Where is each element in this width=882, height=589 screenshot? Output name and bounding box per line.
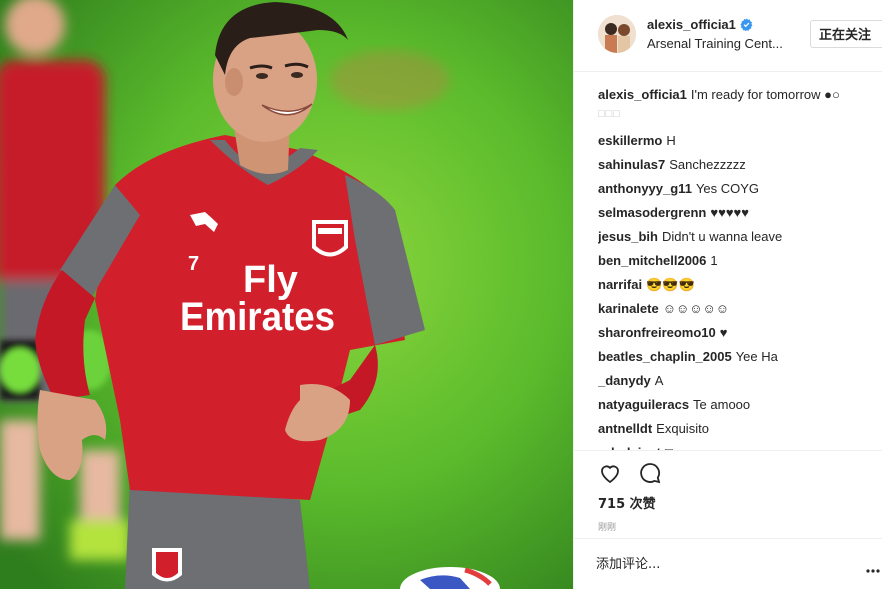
comment-username[interactable]: natyaguileracs: [598, 397, 689, 412]
comment-icon[interactable]: [638, 461, 662, 490]
likes-count[interactable]: 715 次赞: [598, 493, 656, 512]
comment-username[interactable]: antnelldt: [598, 421, 652, 436]
comment-username[interactable]: beatles_chaplin_2005: [598, 349, 732, 364]
comment-username[interactable]: eskillermo: [598, 133, 662, 148]
comment-text: A: [654, 373, 664, 388]
comment-item: eskillermo H: [598, 129, 882, 153]
comment-item: narrifai 😎😎😎: [598, 273, 882, 297]
add-comment-bar: [574, 538, 882, 589]
comment-username[interactable]: ben_mitchell2006: [598, 253, 706, 268]
comments-list[interactable]: alexis_officia1 I'm ready for tomorrow ●○…: [598, 86, 882, 450]
comment-username[interactable]: sahinulas7: [598, 157, 665, 172]
caption-extra: □□□: [598, 108, 621, 120]
comment-text: ☺☺☺☺☺: [662, 301, 730, 316]
comment-text: 😎😎😎: [646, 277, 695, 292]
comment-username[interactable]: anthonyyy_g11: [598, 181, 692, 196]
comment-item: ben_mitchell2006 1: [598, 249, 882, 273]
comment-text: Didn't u wanna leave: [661, 229, 783, 244]
comment-rows: eskillermo Hsahinulas7 Sanchezzzzz anthonyy…: [598, 129, 882, 450]
comment-text: Sanchezzzzz: [669, 157, 746, 172]
comment-text: Te amooo: [693, 397, 751, 412]
comment-item: beatles_chaplin_2005 Yee Ha: [598, 345, 882, 369]
comment-username[interactable]: selmasodergrenn: [598, 205, 706, 220]
heart-icon[interactable]: [598, 461, 622, 490]
comment-text: ♥♥♥♥♥: [710, 205, 749, 220]
comment-username[interactable]: karinalete: [598, 301, 659, 316]
comment-username[interactable]: narrifai: [598, 277, 642, 292]
comment-username[interactable]: jesus_bih: [598, 229, 658, 244]
jersey-number: 7: [188, 253, 199, 275]
post-header: alexis_officia1 Arsenal Training Cent...…: [574, 0, 882, 72]
comment-text: ♥: [719, 325, 728, 340]
comment-username[interactable]: _danydy: [598, 373, 651, 388]
instagram-post-view: 7 Fly Emirates alexis_officia1 Arsenal T…: [0, 0, 882, 589]
post-actions: 715 次赞 刚刚: [574, 450, 882, 533]
caption-username[interactable]: alexis_officia1: [598, 87, 687, 102]
comment-item: karinalete ☺☺☺☺☺: [598, 297, 882, 321]
arsenal-crest: [312, 220, 348, 257]
comment-item: natyaguileracs Te amooo: [598, 393, 882, 417]
post-photo[interactable]: 7 Fly Emirates: [0, 0, 573, 589]
owner-username[interactable]: alexis_officia1: [647, 17, 753, 34]
comment-text: Yes COYG: [695, 181, 760, 196]
add-comment-input[interactable]: [596, 553, 836, 575]
comment-item: jesus_bih Didn't u wanna leave: [598, 225, 882, 249]
comment-text: Exquisito: [656, 421, 709, 436]
comment-item: _danydy A: [598, 369, 882, 393]
post-caption: alexis_officia1 I'm ready for tomorrow ●○…: [598, 86, 882, 123]
comment-username[interactable]: sharonfreireomo10: [598, 325, 716, 340]
comment-text: 1: [710, 253, 718, 268]
comment-text: H: [666, 133, 676, 148]
verified-icon: [740, 18, 753, 34]
post-timestamp: 刚刚: [598, 523, 617, 533]
comment-item: selmasodergrenn ♥♥♥♥♥: [598, 201, 882, 225]
comment-item: sahinulas7 Sanchezzzzz: [598, 153, 882, 177]
comment-text: Yee Ha: [735, 349, 778, 364]
avatar[interactable]: [598, 15, 636, 53]
comment-item: ruhul_just□: [598, 441, 882, 450]
comment-item: antnelldt Exquisito: [598, 417, 882, 441]
location-link[interactable]: Arsenal Training Cent...: [647, 36, 783, 51]
jersey-sponsor-line2: Emirates: [180, 295, 335, 339]
post-side-panel: alexis_officia1 Arsenal Training Cent...…: [573, 0, 882, 589]
comment-item: sharonfreireomo10 ♥: [598, 321, 882, 345]
following-button[interactable]: 正在关注: [810, 20, 882, 48]
owner-username-text[interactable]: alexis_officia1: [647, 17, 736, 32]
more-icon[interactable]: [866, 560, 880, 578]
player-photo: 7 Fly Emirates: [0, 0, 573, 589]
comment-item: anthonyyy_g11 Yes COYG: [598, 177, 882, 201]
caption-text: I'm ready for tomorrow ●○: [690, 87, 840, 102]
